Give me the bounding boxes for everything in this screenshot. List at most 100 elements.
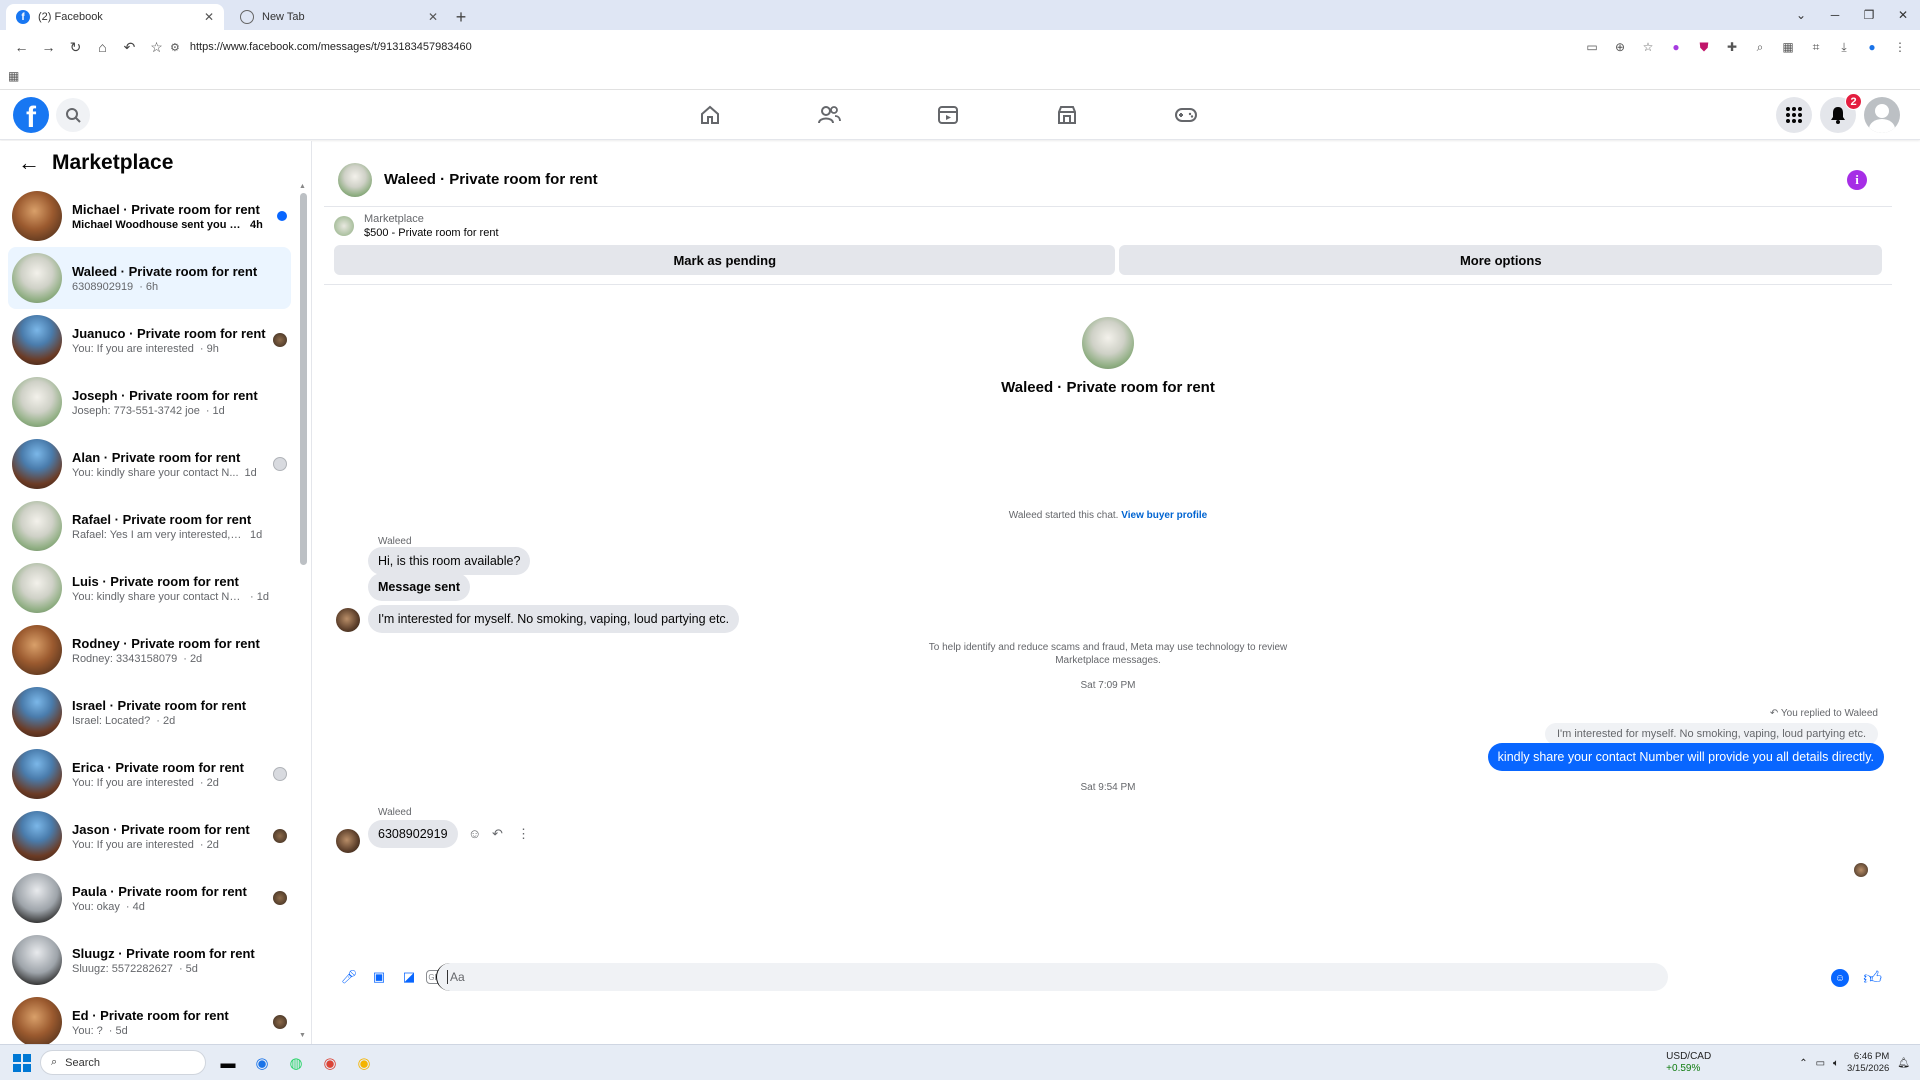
reload-icon[interactable]: ↻	[62, 34, 89, 61]
sidebar-scrollbar[interactable]: ▲ ▼	[298, 183, 308, 1039]
microphone-icon[interactable]: 🎤︎	[336, 964, 362, 990]
restore-icon[interactable]: ❐	[1852, 0, 1886, 30]
extension-icon[interactable]: ●	[1664, 35, 1688, 59]
incoming-message[interactable]: 6308902919	[368, 820, 458, 848]
close-tab-icon[interactable]: ✕	[428, 10, 438, 24]
close-window-icon[interactable]: ✕	[1886, 0, 1920, 30]
conversation-item[interactable]: Waleed · Private room for rent 6308902919…	[8, 247, 291, 309]
conversation-item[interactable]: Israel · Private room for rent Israel: Lo…	[8, 681, 291, 743]
react-emoji-icon[interactable]: ☺	[468, 826, 481, 841]
conversation-item[interactable]: Alan · Private room for rent You: kindly …	[8, 433, 291, 495]
listing-thumbnail[interactable]	[334, 216, 354, 236]
profile-icon[interactable]: ●	[1860, 35, 1884, 59]
qr-icon[interactable]: ▦	[1776, 35, 1800, 59]
network-icon[interactable]: ▭	[1816, 1058, 1825, 1069]
conversation-item[interactable]: Joseph · Private room for rent Joseph: 77…	[8, 371, 291, 433]
menu-grid-icon[interactable]	[1776, 97, 1812, 133]
chrome-profile-icon[interactable]: ◉	[316, 1049, 344, 1077]
url-field[interactable]: ⚙ https://www.facebook.com/messages/t/91…	[170, 33, 1620, 61]
conversation-time: · 1d	[205, 404, 225, 417]
notifications-icon[interactable]: 🔔︎	[1897, 1058, 1910, 1069]
more-actions-icon[interactable]: ⋮	[517, 826, 530, 842]
scroll-down-icon[interactable]: ▼	[299, 1032, 306, 1039]
conversation-item[interactable]: Jason · Private room for rent You: If you…	[8, 805, 291, 867]
emoji-icon[interactable]: ☺	[1831, 969, 1849, 987]
photo-icon[interactable]: ▣	[366, 964, 392, 990]
shield-extension-icon[interactable]: ⛊	[1692, 35, 1716, 59]
install-app-icon[interactable]: ▭	[1580, 35, 1604, 59]
account-avatar[interactable]	[1864, 97, 1900, 133]
close-tab-icon[interactable]: ✕	[204, 10, 214, 24]
outgoing-message[interactable]: kindly share your contact Number will pr…	[1487, 743, 1884, 771]
crop-icon[interactable]: ⌗	[1804, 35, 1828, 59]
chat-title[interactable]: Waleed · Private room for rent	[384, 171, 598, 188]
incoming-message[interactable]: Hi, is this room available?	[368, 547, 531, 575]
message-input[interactable]: Aa	[436, 963, 1668, 991]
more-options-button[interactable]: More options	[1119, 245, 1882, 275]
back-arrow-icon[interactable]: ←	[18, 150, 40, 176]
sender-avatar[interactable]	[336, 608, 360, 632]
forward-icon[interactable]: →	[35, 34, 62, 61]
view-buyer-profile-link[interactable]: View buyer profile	[1121, 510, 1207, 521]
conversation-item[interactable]: Erica · Private room for rent You: If you…	[8, 743, 291, 805]
conversation-item[interactable]: Paula · Private room for rent You: okay · …	[8, 867, 291, 929]
marketplace-nav-icon[interactable]	[1007, 90, 1126, 140]
download-icon[interactable]: ⤓	[1832, 35, 1856, 59]
chrome-icon[interactable]: ◉	[248, 1049, 276, 1077]
conversation-item[interactable]: Michael · Private room for rent Michael W…	[8, 185, 291, 247]
tab-search-chevron-icon[interactable]: ⌄	[1784, 0, 1818, 30]
clock[interactable]: 6:46 PM 3/15/2026	[1847, 1051, 1889, 1075]
conversation-item[interactable]: Sluugz · Private room for rent Sluugz: 55…	[8, 929, 291, 991]
new-tab-button[interactable]: +	[448, 4, 474, 30]
unread-dot-icon	[277, 211, 287, 221]
conversation-item[interactable]: Rodney · Private room for rent Rodney: 33…	[8, 619, 291, 681]
windows-start-icon[interactable]	[13, 1054, 31, 1072]
notifications-bell-icon[interactable]: 2	[1820, 93, 1862, 133]
listing-summary[interactable]: $500 - Private room for rent	[364, 227, 499, 239]
search-icon[interactable]: ⌕	[1748, 35, 1772, 59]
chat-avatar[interactable]	[338, 162, 372, 197]
apps-grid-icon[interactable]: ▦	[8, 69, 19, 83]
conversation-item[interactable]: Ed · Private room for rent You: ? · 5d	[8, 991, 291, 1044]
scrollbar-thumb[interactable]	[300, 193, 307, 565]
file-explorer-icon[interactable]: ▬	[214, 1049, 242, 1077]
conversation-item[interactable]: Juanuco · Private room for rent You: If y…	[8, 309, 291, 371]
show-hidden-icons-chevron-icon[interactable]: ⌃	[1799, 1058, 1807, 1069]
like-thumbs-up-icon[interactable]: 👍︎	[1863, 967, 1882, 989]
home-nav-icon[interactable]	[650, 90, 769, 140]
puzzle-extensions-icon[interactable]: ✚	[1720, 35, 1744, 59]
minimize-icon[interactable]: ─	[1818, 0, 1852, 30]
whatsapp-icon[interactable]: ◍	[282, 1049, 310, 1077]
back-icon[interactable]: ←	[8, 34, 35, 61]
star-icon[interactable]: ☆	[1636, 35, 1660, 59]
conversation-item[interactable]: Luis · Private room for rent You: kindly …	[8, 557, 291, 619]
search-icon[interactable]	[56, 98, 90, 132]
undo-icon[interactable]: ↶	[116, 34, 143, 61]
chrome-active-icon[interactable]: ◉	[350, 1049, 378, 1077]
video-nav-icon[interactable]	[888, 90, 1007, 140]
zoom-icon[interactable]: ⊕	[1608, 35, 1632, 59]
incoming-message[interactable]: I'm interested for myself. No smoking, v…	[368, 605, 740, 633]
info-icon[interactable]: i	[1847, 170, 1867, 190]
site-info-icon[interactable]: ⚙	[170, 41, 180, 54]
conversation-item[interactable]: Rafael · Private room for rent Rafael: Ye…	[8, 495, 291, 557]
tab-new-tab[interactable]: New Tab ✕	[230, 4, 448, 30]
taskbar-search[interactable]: ⌕ Search	[40, 1050, 206, 1075]
incoming-message[interactable]: Message sent	[368, 573, 470, 601]
sender-avatar[interactable]	[336, 829, 360, 853]
facebook-logo-icon[interactable]: f	[13, 97, 49, 133]
bookmark-star-icon[interactable]: ☆	[143, 34, 170, 61]
chat-header: Waleed · Private room for rent i	[324, 153, 1892, 207]
quoted-message[interactable]: I'm interested for myself. No smoking, v…	[1544, 723, 1878, 745]
sticker-icon[interactable]: ◪	[396, 964, 422, 990]
mark-as-pending-button[interactable]: Mark as pending	[334, 245, 1116, 275]
friends-nav-icon[interactable]	[769, 90, 888, 140]
home-icon[interactable]: ⌂	[89, 34, 116, 61]
tab-facebook[interactable]: f (2) Facebook ✕	[6, 4, 224, 30]
volume-icon[interactable]: 🔈︎	[1833, 1058, 1839, 1069]
gaming-nav-icon[interactable]	[1126, 90, 1245, 140]
currency-widget[interactable]: USD/CAD +0.59%	[1666, 1051, 1711, 1075]
reply-icon[interactable]: ↶	[492, 826, 503, 842]
scroll-up-icon[interactable]: ▲	[299, 183, 306, 190]
menu-dots-icon[interactable]: ⋮	[1888, 35, 1912, 59]
